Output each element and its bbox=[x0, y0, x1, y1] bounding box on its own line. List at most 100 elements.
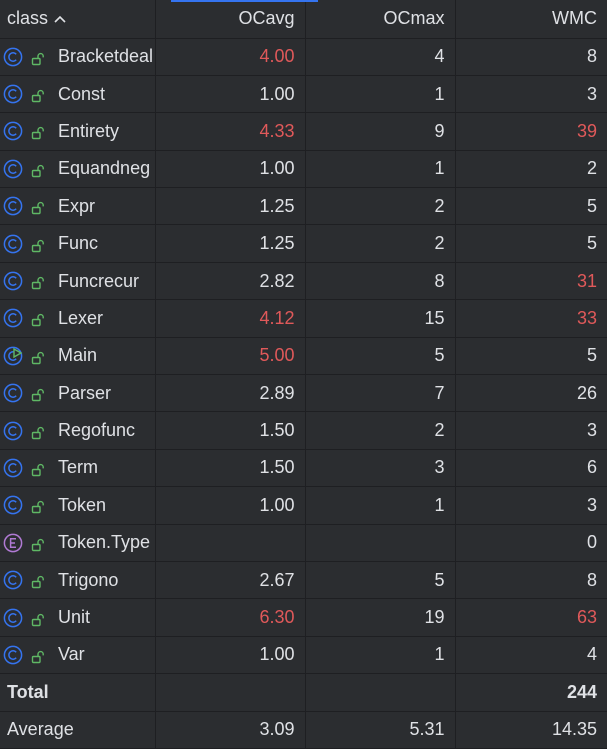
header-row: class OCavg OCmax WMC bbox=[0, 0, 607, 39]
class-name-cell[interactable]: Parser bbox=[0, 374, 156, 413]
ocavg-cell: 1.00 bbox=[155, 636, 306, 675]
chevron-up-icon[interactable] bbox=[54, 10, 66, 26]
class-name-cell[interactable]: Func bbox=[0, 224, 156, 263]
selected-column-indicator bbox=[171, 0, 318, 2]
table-row[interactable]: Func 1.25 2 5 bbox=[0, 224, 607, 263]
open-lock-icon bbox=[31, 536, 45, 551]
ocmax-cell: 15 bbox=[305, 299, 456, 338]
ocmax-cell: 2 bbox=[305, 411, 456, 450]
open-lock-icon bbox=[31, 648, 45, 664]
class-name-cell[interactable]: Entirety bbox=[0, 112, 156, 151]
total-wmc: 244 bbox=[455, 673, 607, 712]
metrics-table: class OCavg OCmax WMC Bracketdeal 4.00 4 8 C… bbox=[0, 0, 607, 749]
class-name-cell[interactable]: Expr bbox=[0, 187, 156, 226]
wmc-cell: 4 bbox=[455, 636, 607, 675]
class-name: Token.Type bbox=[58, 532, 151, 553]
open-lock-icon bbox=[31, 124, 45, 140]
class-name: Main bbox=[58, 345, 98, 366]
ocavg-cell: 1.50 bbox=[155, 449, 306, 488]
class-name: Trigono bbox=[58, 569, 119, 590]
table-row[interactable]: Trigono 2.67 5 8 bbox=[0, 561, 607, 600]
ocmax-cell: 2 bbox=[305, 187, 456, 226]
open-lock-icon bbox=[31, 386, 45, 402]
column-header-ocavg[interactable]: OCavg bbox=[155, 0, 306, 39]
open-lock-icon bbox=[31, 274, 45, 290]
ocmax-cell: 4 bbox=[305, 38, 456, 76]
table-row[interactable]: Token.Type 0 bbox=[0, 524, 607, 562]
class-icon bbox=[3, 495, 23, 515]
class-icon bbox=[3, 159, 23, 179]
ocmax-cell: 1 bbox=[305, 486, 456, 525]
class-name-wrap: Expr bbox=[3, 188, 154, 224]
class-name: Func bbox=[58, 233, 99, 254]
class-name-cell[interactable]: Term bbox=[0, 449, 156, 488]
class-name-cell[interactable]: Equandneg bbox=[0, 150, 156, 189]
table-row[interactable]: Bracketdeal 4.00 4 8 bbox=[0, 38, 607, 76]
class-name-cell[interactable]: Bracketdeal bbox=[0, 38, 156, 76]
open-lock-icon bbox=[31, 87, 45, 103]
table-row[interactable]: Const 1.00 1 3 bbox=[0, 75, 607, 114]
class-name: Lexer bbox=[58, 307, 104, 328]
column-header-ocmax[interactable]: OCmax bbox=[305, 0, 456, 39]
average-wmc: 14.35 bbox=[455, 711, 607, 749]
class-name: Var bbox=[58, 644, 85, 665]
class-icon bbox=[3, 196, 23, 216]
ocmax-cell: 7 bbox=[305, 374, 456, 413]
open-lock-icon bbox=[31, 199, 45, 215]
class-name-cell[interactable]: Regofunc bbox=[0, 411, 156, 450]
wmc-cell: 5 bbox=[455, 224, 607, 263]
table-row[interactable]: Funcrecur 2.82 8 31 bbox=[0, 262, 607, 301]
class-name-cell[interactable]: Var bbox=[0, 636, 156, 675]
column-header-wmc[interactable]: WMC bbox=[455, 0, 607, 39]
table-row[interactable]: Term 1.50 3 6 bbox=[0, 449, 607, 488]
total-row: Total 244 bbox=[0, 673, 607, 712]
class-name: Equandneg bbox=[58, 158, 151, 179]
total-label: Total bbox=[0, 673, 156, 712]
class-name-cell[interactable]: Token bbox=[0, 486, 156, 525]
ocmax-cell: 19 bbox=[305, 598, 456, 637]
class-icon bbox=[3, 271, 23, 291]
table-row[interactable]: Unit 6.30 19 63 bbox=[0, 598, 607, 637]
ocavg-cell: 1.00 bbox=[155, 75, 306, 114]
column-header-class-label: class bbox=[7, 8, 49, 29]
class-name: Funcrecur bbox=[58, 270, 140, 291]
class-name-cell[interactable]: Funcrecur bbox=[0, 262, 156, 301]
main-class-icon bbox=[3, 346, 23, 366]
class-name-cell[interactable]: Lexer bbox=[0, 299, 156, 338]
open-lock-icon bbox=[31, 237, 45, 252]
table-row[interactable]: Token 1.00 1 3 bbox=[0, 486, 607, 525]
class-name-wrap: Const bbox=[3, 76, 154, 112]
open-lock-icon bbox=[31, 611, 45, 626]
wmc-cell: 5 bbox=[455, 187, 607, 226]
table-row[interactable]: Regofunc 1.50 2 3 bbox=[0, 411, 607, 450]
average-label: Average bbox=[0, 711, 156, 749]
class-icon bbox=[3, 570, 23, 590]
class-name: Unit bbox=[58, 607, 91, 628]
class-name-cell[interactable]: Unit bbox=[0, 598, 156, 637]
class-name-cell[interactable]: Token.Type bbox=[0, 524, 156, 562]
wmc-cell: 31 bbox=[455, 262, 607, 301]
ocavg-cell: 1.50 bbox=[155, 411, 306, 450]
table-row[interactable]: Entirety 4.33 9 39 bbox=[0, 112, 607, 151]
class-name-cell[interactable]: Trigono bbox=[0, 561, 156, 600]
ocmax-cell: 3 bbox=[305, 449, 456, 488]
table-row[interactable]: Var 1.00 1 4 bbox=[0, 636, 607, 675]
column-header-class[interactable]: class bbox=[0, 0, 156, 39]
class-name-cell[interactable]: Const bbox=[0, 75, 156, 114]
open-lock-icon bbox=[31, 311, 45, 327]
class-name: Entirety bbox=[58, 120, 120, 141]
average-row: Average 3.09 5.31 14.35 bbox=[0, 711, 607, 749]
ocmax-cell: 1 bbox=[305, 150, 456, 189]
table-row[interactable]: Main 5.00 5 5 bbox=[0, 337, 607, 376]
class-name-wrap: Parser bbox=[3, 375, 154, 411]
class-name-cell[interactable]: Main bbox=[0, 337, 156, 376]
table-row[interactable]: Equandneg 1.00 1 2 bbox=[0, 150, 607, 189]
class-name-wrap: Term bbox=[3, 450, 154, 486]
class-name-wrap: Funcrecur bbox=[3, 263, 154, 299]
table-row[interactable]: Parser 2.89 7 26 bbox=[0, 374, 607, 413]
class-name: Token bbox=[58, 494, 107, 515]
class-icon bbox=[3, 121, 23, 141]
class-name-wrap: Token bbox=[3, 487, 154, 523]
table-row[interactable]: Lexer 4.12 15 33 bbox=[0, 299, 607, 338]
table-row[interactable]: Expr 1.25 2 5 bbox=[0, 187, 607, 226]
